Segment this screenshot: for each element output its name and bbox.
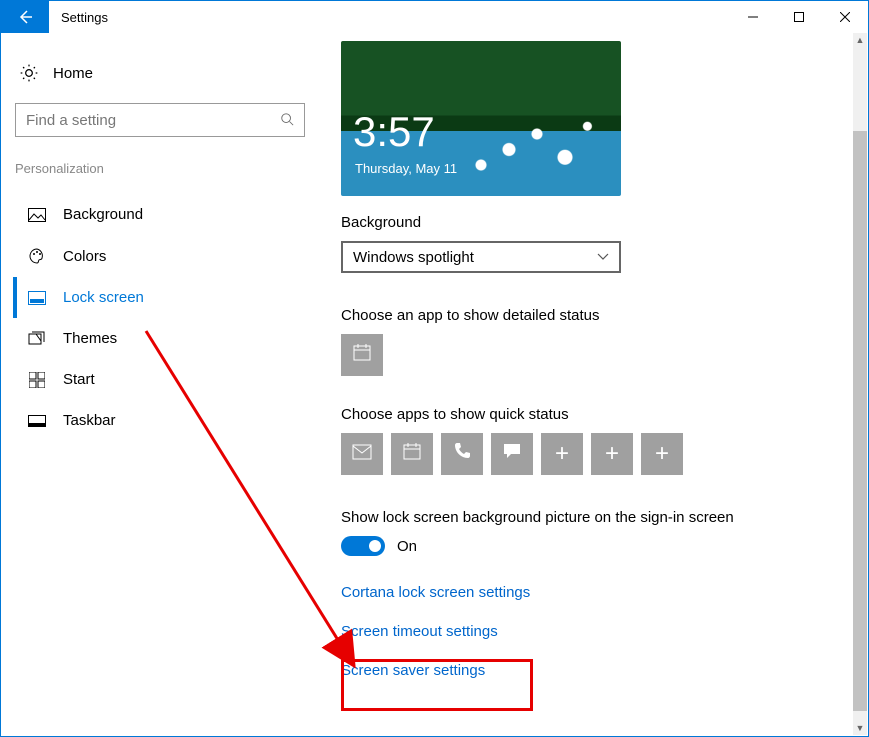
phone-icon	[452, 441, 472, 467]
nav-item-taskbar[interactable]: Taskbar	[13, 400, 311, 441]
close-button[interactable]	[822, 1, 868, 33]
nav-item-colors[interactable]: Colors	[13, 235, 311, 277]
toggle-knob	[369, 540, 381, 552]
nav-item-lock-screen[interactable]: Lock screen	[13, 277, 311, 318]
search-placeholder: Find a setting	[26, 112, 280, 129]
scrollbar-up[interactable]: ▲	[853, 33, 867, 47]
calendar-icon	[402, 441, 422, 467]
maximize-button[interactable]	[776, 1, 822, 33]
link-screen-timeout[interactable]: Screen timeout settings	[341, 623, 838, 640]
signin-toggle[interactable]	[341, 536, 385, 556]
signin-toggle-label: Show lock screen background picture on t…	[341, 509, 838, 526]
gear-icon	[19, 63, 39, 83]
lock-screen-icon	[27, 291, 47, 305]
titlebar: Settings	[1, 1, 868, 33]
taskbar-icon	[27, 415, 47, 427]
quick-app-mail[interactable]	[341, 433, 383, 475]
quick-app-add-2[interactable]: +	[591, 433, 633, 475]
plus-icon: +	[655, 440, 669, 468]
background-label: Background	[341, 214, 838, 231]
plus-icon: +	[555, 440, 569, 468]
nav-label: Taskbar	[63, 412, 116, 429]
home-button[interactable]: Home	[13, 53, 311, 103]
calendar-icon	[352, 342, 372, 368]
quick-app-phone[interactable]	[441, 433, 483, 475]
nav-item-themes[interactable]: Themes	[13, 318, 311, 359]
search-input[interactable]: Find a setting	[15, 103, 305, 137]
toggle-state-label: On	[397, 538, 417, 555]
link-screen-saver[interactable]: Screen saver settings	[341, 662, 838, 679]
scrollbar-thumb[interactable]	[853, 131, 867, 711]
nav-label: Background	[63, 206, 143, 223]
messaging-icon	[502, 442, 522, 466]
detailed-app-slot[interactable]	[341, 334, 383, 376]
chevron-down-icon	[597, 250, 609, 264]
window-title: Settings	[49, 1, 108, 33]
section-label: Personalization	[13, 161, 311, 176]
quick-status-label: Choose apps to show quick status	[341, 406, 838, 423]
sidebar: Home Find a setting Personalization Back…	[1, 33, 311, 736]
background-dropdown[interactable]: Windows spotlight	[341, 241, 621, 273]
back-button[interactable]	[1, 1, 49, 33]
scrollbar-down[interactable]: ▼	[853, 721, 867, 735]
quick-app-add-3[interactable]: +	[641, 433, 683, 475]
quick-app-messaging[interactable]	[491, 433, 533, 475]
start-icon	[27, 372, 47, 388]
home-label: Home	[53, 65, 93, 82]
quick-app-add-1[interactable]: +	[541, 433, 583, 475]
quick-app-calendar[interactable]	[391, 433, 433, 475]
nav-label: Start	[63, 371, 95, 388]
nav-label: Themes	[63, 330, 117, 347]
palette-icon	[27, 247, 47, 265]
nav-label: Colors	[63, 248, 106, 265]
search-icon	[280, 112, 294, 129]
plus-icon: +	[605, 440, 619, 468]
preview-time: 3:57	[353, 108, 435, 156]
nav-item-background[interactable]: Background	[13, 194, 311, 235]
picture-icon	[27, 208, 47, 222]
link-cortana-settings[interactable]: Cortana lock screen settings	[341, 584, 838, 601]
main-content: 3:57 Thursday, May 11 Background Windows…	[311, 33, 868, 736]
themes-icon	[27, 331, 47, 347]
detailed-status-label: Choose an app to show detailed status	[341, 307, 838, 324]
nav-item-start[interactable]: Start	[13, 359, 311, 400]
lockscreen-preview[interactable]: 3:57 Thursday, May 11	[341, 41, 621, 196]
mail-icon	[352, 443, 372, 466]
nav-label: Lock screen	[63, 289, 144, 306]
preview-date: Thursday, May 11	[355, 161, 457, 176]
minimize-button[interactable]	[730, 1, 776, 33]
dropdown-value: Windows spotlight	[353, 249, 597, 266]
